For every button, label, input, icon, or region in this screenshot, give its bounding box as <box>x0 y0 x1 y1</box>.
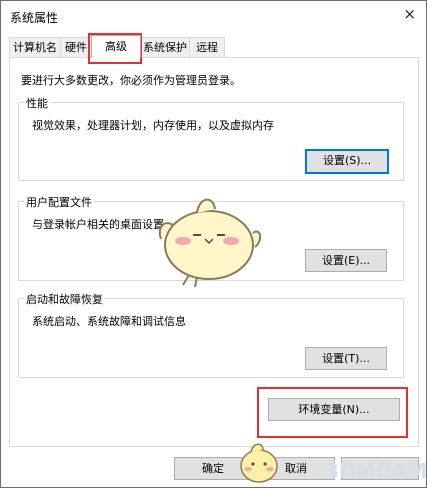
user-profiles-settings-button[interactable]: 设置(E)... <box>305 249 387 272</box>
chick-mascot-illustration <box>158 198 261 288</box>
tab-remote[interactable]: 远程 <box>189 37 225 57</box>
admin-instruction: 要进行大多数更改，你必须作为管理员登录。 <box>21 74 241 87</box>
close-icon[interactable]: × <box>403 5 416 23</box>
startup-recovery-description: 系统启动、系统故障和调试信息 <box>32 315 186 328</box>
user-profiles-label: 用户配置文件 <box>24 194 94 210</box>
startup-recovery-label: 启动和故障恢复 <box>24 291 105 307</box>
site-watermark: 3DMGAME <box>325 459 427 483</box>
performance-label: 性能 <box>24 95 50 111</box>
system-properties-window: 系统属性 × 计算机名 硬件 高级 系统保护 远程 要进行大多数更改，你必须作为… <box>0 0 427 488</box>
tab-computer-name[interactable]: 计算机名 <box>9 37 61 57</box>
window-title: 系统属性 <box>10 11 59 25</box>
environment-variables-highlight <box>257 387 408 438</box>
startup-recovery-settings-button[interactable]: 设置(T)... <box>305 347 387 370</box>
performance-settings-button[interactable]: 设置(S)... <box>305 149 389 174</box>
tab-advanced[interactable]: 高级 <box>91 35 141 58</box>
performance-description: 视觉效果，处理器计划，内存使用，以及虚拟内存 <box>32 119 274 132</box>
user-profiles-description: 与登录帐户相关的桌面设置 <box>32 218 164 231</box>
small-chick-mascot-illustration <box>240 443 278 483</box>
tab-system-protection[interactable]: 系统保护 <box>140 37 190 57</box>
